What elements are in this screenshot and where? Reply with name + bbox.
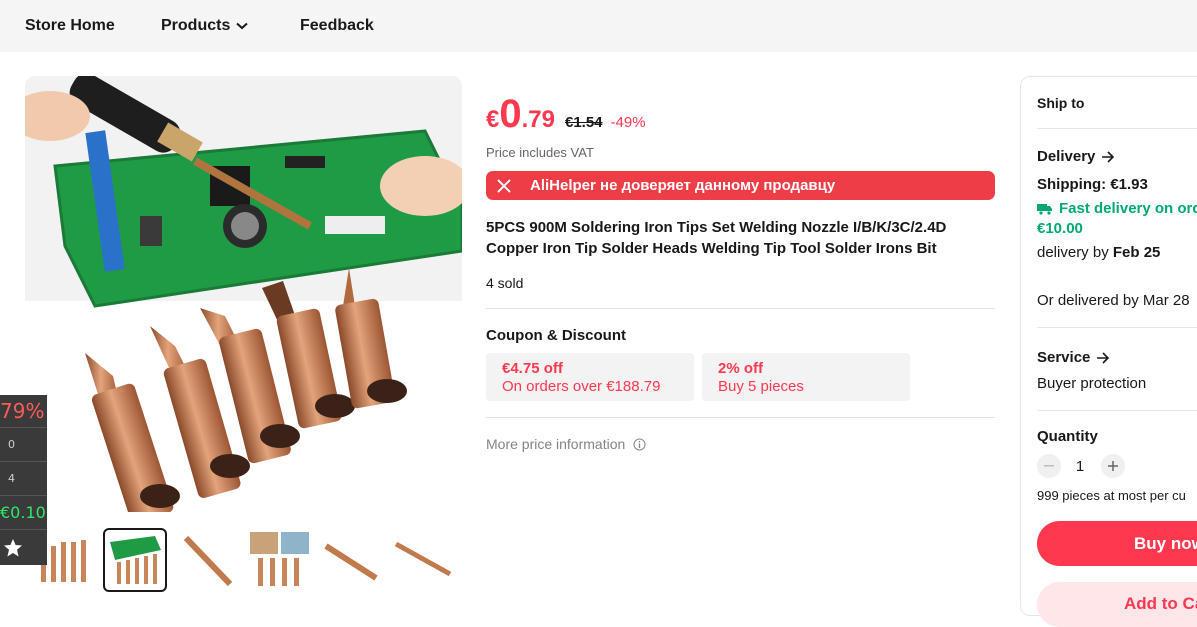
star-icon xyxy=(4,538,22,556)
divider xyxy=(486,308,995,309)
decrease-quantity-button[interactable] xyxy=(1037,454,1061,478)
delivery-by-date: Feb 25 xyxy=(1112,244,1161,261)
products-label: Products xyxy=(161,17,231,34)
widget-favorite[interactable] xyxy=(0,530,47,565)
store-home-link[interactable]: Store Home xyxy=(25,17,115,35)
widget-row-2: 4 xyxy=(0,462,47,496)
delivery-date: delivery by Feb 25 xyxy=(1037,244,1160,261)
buy-now-button[interactable]: Buy now xyxy=(1037,521,1197,566)
main-product-image[interactable] xyxy=(25,76,462,512)
store-nav-bar: Store Home Products Feedback xyxy=(0,0,1197,52)
alt-delivery: Or delivered by Mar 28 xyxy=(1037,292,1190,309)
divider xyxy=(486,417,995,418)
more-price-info-label: More price information xyxy=(486,436,626,452)
vat-note: Price includes VAT xyxy=(486,145,594,160)
coupon-condition: On orders over €188.79 xyxy=(502,378,661,395)
fast-delivery-text: Fast delivery on ord xyxy=(1059,200,1197,217)
coupon-card[interactable]: 2% off Buy 5 pieces xyxy=(702,353,910,401)
store-home-label: Store Home xyxy=(25,17,115,34)
discount-percent: -49% xyxy=(610,114,646,131)
original-price: €1.54 xyxy=(564,114,603,131)
price-block: € 0 .79 €1.54 -49% xyxy=(486,92,646,137)
coupon-amount: €4.75 off xyxy=(502,360,563,377)
thumbnail[interactable] xyxy=(320,528,384,592)
minus-icon xyxy=(1044,465,1054,467)
close-icon[interactable] xyxy=(496,178,512,194)
arrow-right-icon xyxy=(1102,150,1115,163)
delivery-by-prefix: delivery by xyxy=(1037,244,1113,261)
sold-count: 4 sold xyxy=(486,275,524,291)
coupon-heading: Coupon & Discount xyxy=(486,327,626,344)
thumbnail[interactable] xyxy=(392,528,456,592)
divider xyxy=(1037,327,1197,328)
more-price-info-link[interactable]: More price information xyxy=(486,436,646,452)
feedback-label: Feedback xyxy=(300,17,374,34)
thumbnail-image xyxy=(250,532,309,586)
increase-quantity-button[interactable] xyxy=(1101,454,1125,478)
seller-warning-banner: AliHelper не доверяет данному продавцу xyxy=(486,171,995,200)
arrow-right-icon xyxy=(1097,351,1110,364)
product-title: 5PCS 900M Soldering Iron Tips Set Weldin… xyxy=(486,219,947,257)
ship-to-label[interactable]: Ship to xyxy=(1037,95,1084,111)
products-menu[interactable]: Products xyxy=(161,17,249,35)
coupon-amount: 2% off xyxy=(718,360,763,377)
widget-price: €0.10 xyxy=(0,496,47,530)
divider xyxy=(1037,128,1197,129)
add-to-cart-button[interactable]: Add to Ca xyxy=(1037,582,1197,627)
feedback-link[interactable]: Feedback xyxy=(300,17,374,35)
shipping-cost: Shipping: €1.93 xyxy=(1037,176,1148,193)
thumbnail-image xyxy=(110,536,161,584)
quantity-label: Quantity xyxy=(1037,428,1098,445)
divider xyxy=(1037,410,1197,411)
warning-text: AliHelper не доверяет данному продавцу xyxy=(530,177,836,194)
thumbnail-image xyxy=(324,543,378,581)
thumbnail[interactable] xyxy=(176,528,240,592)
truck-icon xyxy=(1037,203,1052,215)
fast-delivery-row: Fast delivery on ord xyxy=(1037,200,1197,217)
thumbnail-active[interactable] xyxy=(103,528,167,592)
quantity-value[interactable]: 1 xyxy=(1068,458,1092,475)
chevron-down-icon xyxy=(236,22,249,30)
thumbnail[interactable] xyxy=(248,528,312,592)
price-integer: 0 xyxy=(499,92,522,136)
coupon-condition: Buy 5 pieces xyxy=(718,378,804,395)
delivery-label: Delivery xyxy=(1037,148,1096,165)
price-tracker-widget[interactable]: 79% 0 4 €0.10 xyxy=(0,395,47,565)
delivery-heading[interactable]: Delivery xyxy=(1037,148,1115,165)
price-decimal: .79 xyxy=(521,106,555,133)
info-icon xyxy=(633,438,646,450)
product-photo xyxy=(25,76,462,512)
price-currency: € xyxy=(486,106,500,133)
coupon-card[interactable]: €4.75 off On orders over €188.79 xyxy=(486,353,694,401)
max-quantity-note: 999 pieces at most per cu xyxy=(1037,488,1186,503)
widget-percent: 79% xyxy=(0,395,47,428)
fast-delivery-price: €10.00 xyxy=(1037,220,1083,237)
service-label: Service xyxy=(1037,349,1091,366)
widget-row-1: 0 xyxy=(0,428,47,462)
thumbnail-image xyxy=(394,541,452,577)
plus-icon xyxy=(1108,461,1118,471)
service-heading[interactable]: Service xyxy=(1037,349,1110,366)
buyer-protection: Buyer protection xyxy=(1037,375,1147,392)
thumbnail-image xyxy=(183,535,233,587)
